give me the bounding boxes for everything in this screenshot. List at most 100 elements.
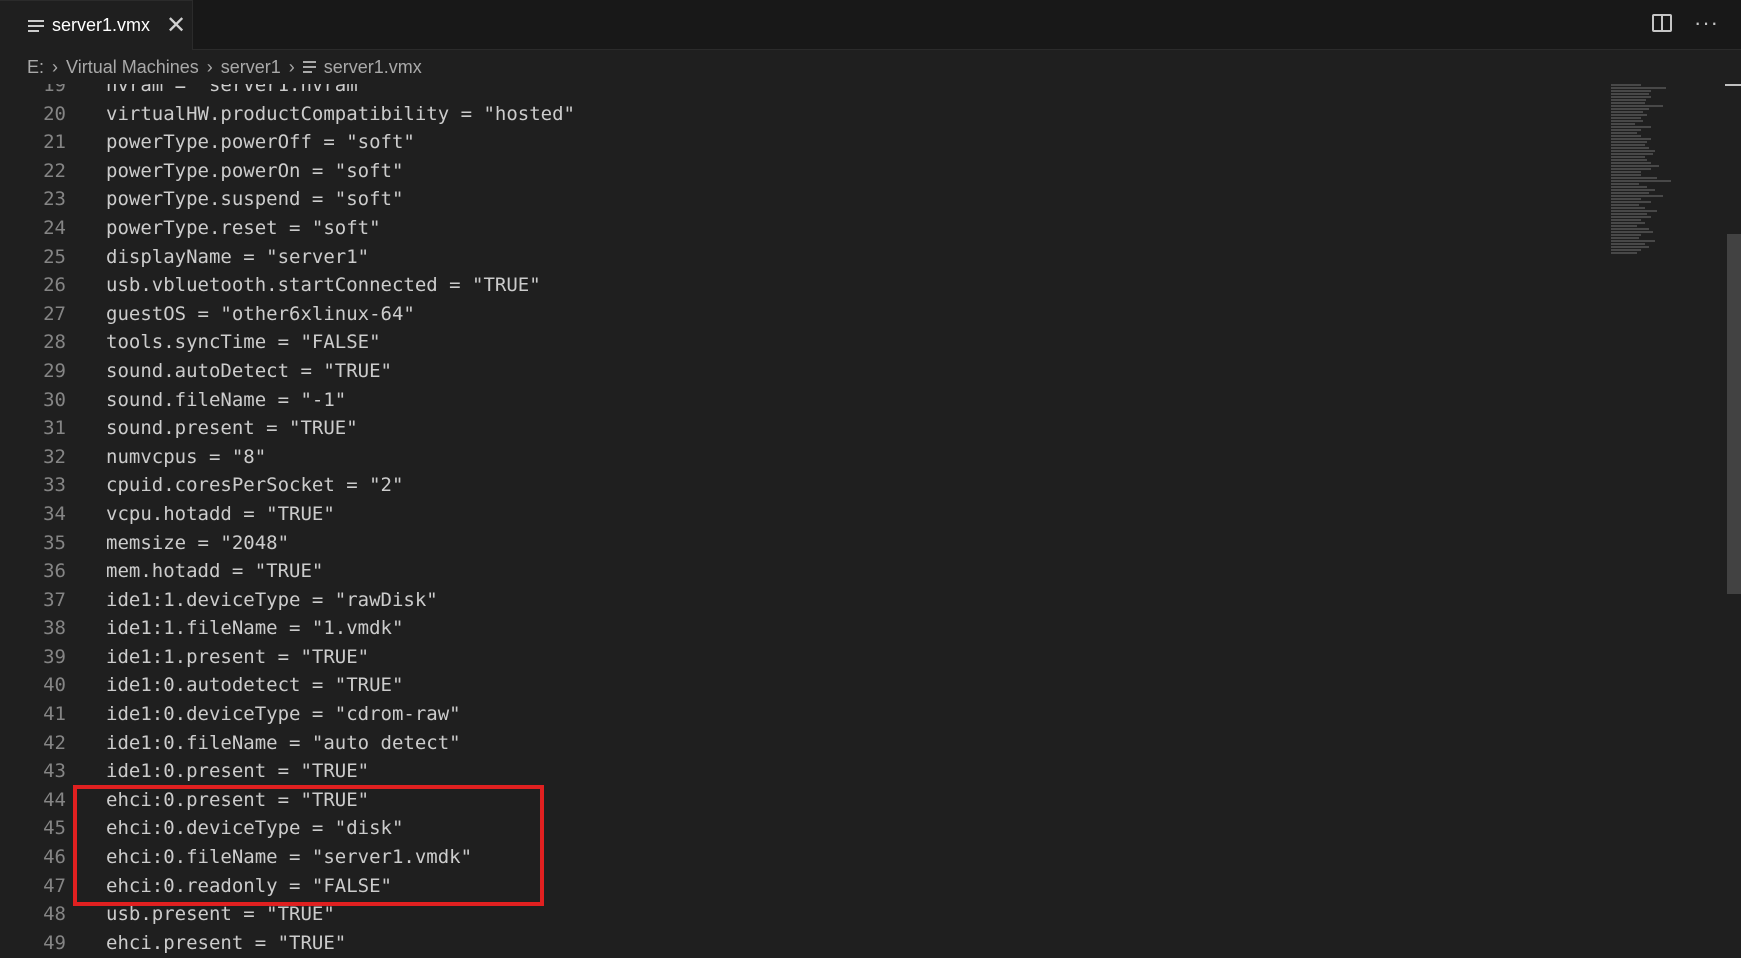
minimap-line [1611, 219, 1641, 221]
code-line[interactable]: 35 memsize = "2048" [0, 529, 1725, 558]
minimap-line [1611, 186, 1647, 188]
code-line[interactable]: 20 virtualHW.productCompatibility = "host… [0, 100, 1725, 129]
minimap-line [1611, 234, 1641, 236]
breadcrumb-folder-virtual-machines[interactable]: Virtual Machines [66, 57, 199, 78]
line-text: ide1:1.present = "TRUE" [106, 645, 370, 668]
code-line[interactable]: 29 sound.autoDetect = "TRUE" [0, 357, 1725, 386]
scrollbar-position-marker [1725, 84, 1741, 86]
code-line[interactable]: 27 guestOS = "other6xlinux-64" [0, 300, 1725, 329]
minimap-line [1611, 165, 1659, 167]
code-line[interactable]: 34 vcpu.hotadd = "TRUE" [0, 500, 1725, 529]
line-number: 26 [43, 274, 66, 297]
more-actions-icon[interactable]: ··· [1694, 12, 1719, 34]
code-line[interactable]: 40 ide1:0.autodetect = "TRUE" [0, 671, 1725, 700]
minimap-line [1611, 249, 1641, 251]
line-text: displayName = "server1" [106, 245, 370, 268]
minimap-line [1611, 180, 1671, 182]
code-line[interactable]: 47 ehci:0.readonly = "FALSE" [0, 872, 1725, 901]
close-icon[interactable]: ✕ [166, 13, 186, 38]
line-text: ehci.present = "TRUE" [106, 931, 347, 954]
code-line[interactable]: 48 usb.present = "TRUE" [0, 900, 1725, 929]
minimap-line [1611, 159, 1647, 161]
chevron-right-icon: › [288, 56, 295, 77]
code-line[interactable]: 44 ehci:0.present = "TRUE" [0, 786, 1725, 815]
code-editor[interactable]: 19 nvram = "server1.nvram" 20 virtualHW.pro… [0, 84, 1725, 958]
line-number: 49 [43, 931, 66, 954]
line-text: tools.syncTime = "FALSE" [106, 331, 381, 354]
breadcrumb-folder-server1[interactable]: server1 [221, 57, 281, 78]
code-line[interactable]: 22 powerType.powerOn = "soft" [0, 157, 1725, 186]
code-line[interactable]: 19 nvram = "server1.nvram" [0, 84, 1725, 100]
code-line[interactable]: 37 ide1:1.deviceType = "rawDisk" [0, 586, 1725, 615]
minimap-line [1611, 114, 1647, 116]
minimap-line [1611, 111, 1643, 113]
line-text: guestOS = "other6xlinux-64" [106, 302, 415, 325]
code-line[interactable]: 32 numvcpus = "8" [0, 443, 1725, 472]
split-editor-icon[interactable] [1652, 14, 1673, 32]
minimap-line [1611, 216, 1651, 218]
line-number: 38 [43, 617, 66, 640]
code-line[interactable]: 46 ehci:0.fileName = "server1.vmdk" [0, 843, 1725, 872]
line-number: 39 [43, 645, 66, 668]
code-line[interactable]: 28 tools.syncTime = "FALSE" [0, 328, 1725, 357]
code-line[interactable]: 33 cpuid.coresPerSocket = "2" [0, 471, 1725, 500]
code-line[interactable]: 41 ide1:0.deviceType = "cdrom-raw" [0, 700, 1725, 729]
scrollbar-thumb[interactable] [1727, 234, 1741, 594]
minimap-line [1611, 201, 1651, 203]
minimap-line [1611, 99, 1646, 101]
line-text: ehci:0.fileName = "server1.vmdk" [106, 846, 473, 869]
minimap-line [1611, 129, 1641, 131]
code-line[interactable]: 45 ehci:0.deviceType = "disk" [0, 814, 1725, 843]
line-text: ehci:0.readonly = "FALSE" [106, 874, 392, 897]
line-number: 20 [43, 102, 66, 125]
code-line[interactable]: 43 ide1:0.present = "TRUE" [0, 757, 1725, 786]
line-number: 28 [43, 331, 66, 354]
line-text: powerType.powerOff = "soft" [106, 131, 415, 154]
code-line[interactable]: 49 ehci.present = "TRUE" [0, 929, 1725, 958]
code-line[interactable]: 42 ide1:0.fileName = "auto detect" [0, 729, 1725, 758]
code-line[interactable]: 30 sound.fileName = "-1" [0, 386, 1725, 415]
code-line[interactable]: 24 powerType.reset = "soft" [0, 214, 1725, 243]
tab-server1-vmx[interactable]: server1.vmx ✕ [0, 0, 193, 50]
breadcrumb-drive[interactable]: E: [27, 57, 44, 78]
line-text: ide1:1.deviceType = "rawDisk" [106, 588, 438, 611]
code-line[interactable]: 25 displayName = "server1" [0, 243, 1725, 272]
line-number: 48 [43, 903, 66, 926]
breadcrumb-file[interactable]: server1.vmx [324, 57, 422, 78]
line-number: 45 [43, 817, 66, 840]
code-line[interactable]: 23 powerType.suspend = "soft" [0, 185, 1725, 214]
minimap[interactable] [1611, 84, 1681, 264]
line-text: vcpu.hotadd = "TRUE" [106, 502, 335, 525]
minimap-line [1611, 174, 1641, 176]
minimap-line [1611, 150, 1655, 152]
minimap-line [1611, 213, 1647, 215]
vertical-scrollbar[interactable] [1725, 84, 1741, 958]
line-text: numvcpus = "8" [106, 445, 267, 468]
line-number: 33 [43, 474, 66, 497]
code-line[interactable]: 38 ide1:1.fileName = "1.vmdk" [0, 614, 1725, 643]
minimap-line [1611, 204, 1639, 206]
code-line[interactable]: 26 usb.vbluetooth.startConnected = "TRUE" [0, 271, 1725, 300]
line-number: 41 [43, 703, 66, 726]
editor-actions: ··· [1652, 12, 1719, 34]
minimap-line [1611, 183, 1639, 185]
code-line[interactable]: 39 ide1:1.present = "TRUE" [0, 643, 1725, 672]
code-line[interactable]: 36 mem.hotadd = "TRUE" [0, 557, 1725, 586]
line-text: sound.fileName = "-1" [106, 388, 347, 411]
code-line[interactable]: 21 powerType.powerOff = "soft" [0, 128, 1725, 157]
minimap-line [1611, 135, 1641, 137]
minimap-line [1611, 162, 1651, 164]
tab-label: server1.vmx [52, 15, 151, 35]
minimap-line [1611, 108, 1649, 110]
minimap-line [1611, 90, 1651, 92]
line-number: 34 [43, 502, 66, 525]
minimap-line [1611, 120, 1643, 122]
line-number: 31 [43, 417, 66, 440]
line-text: powerType.suspend = "soft" [106, 188, 404, 211]
line-text: memsize = "2048" [106, 531, 290, 554]
line-number: 29 [43, 359, 66, 382]
minimap-line [1611, 93, 1649, 95]
code-line[interactable]: 31 sound.present = "TRUE" [0, 414, 1725, 443]
line-number: 36 [43, 560, 66, 583]
line-number: 32 [43, 445, 66, 468]
